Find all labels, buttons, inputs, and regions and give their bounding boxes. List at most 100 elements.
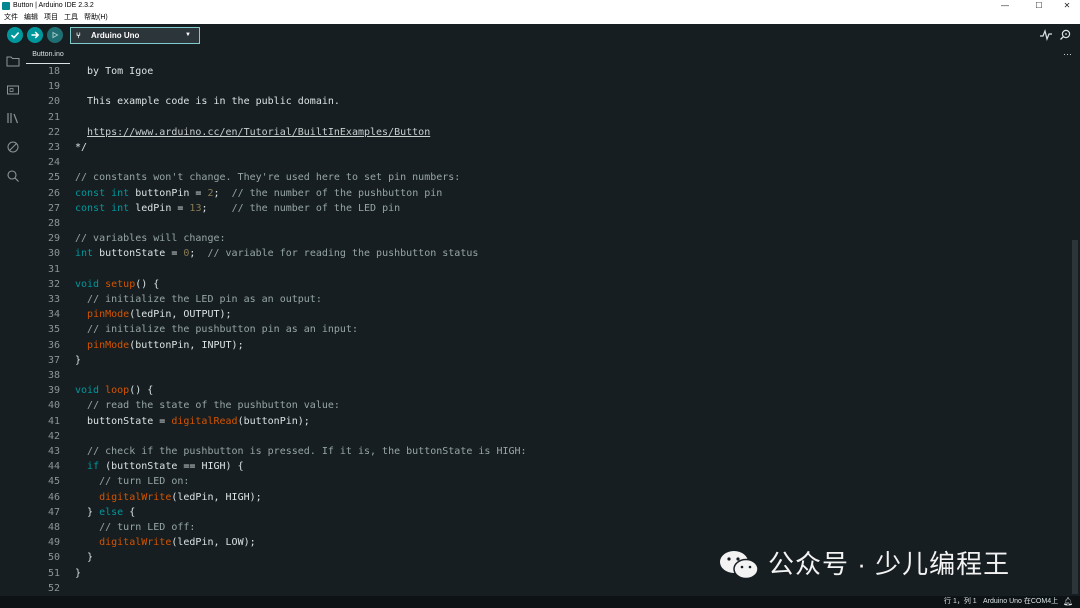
status-board[interactable]: Arduino Uno 在COM4上 [983,596,1058,608]
check-icon [10,32,20,39]
maximize-button[interactable]: ☐ [1024,0,1054,12]
code-line[interactable]: 48 // turn LED off: [26,520,1066,535]
code-line[interactable]: 52 [26,581,1066,596]
code-line[interactable]: 43 // check if the pushbutton is pressed… [26,444,1066,459]
code-line[interactable]: 19 [26,79,1066,94]
code-text[interactable]: } else { [75,505,135,520]
code-text[interactable]: } [75,566,81,581]
line-number: 32 [47,278,60,290]
code-text[interactable]: } [75,353,81,368]
code-text[interactable]: if (buttonState == HIGH) { [75,459,244,474]
code-line[interactable]: 23 */ [26,140,1066,155]
code-text[interactable]: // read the state of the pushbutton valu… [75,398,340,413]
code-text[interactable]: // initialize the pushbutton pin as an i… [75,322,358,337]
code-line[interactable]: 37} [26,353,1066,368]
code-line[interactable]: 22 https://www.arduino.cc/en/Tutorial/Bu… [26,125,1066,140]
code-line[interactable]: 27 const int ledPin = 13; // the number o… [26,201,1066,216]
code-line[interactable]: 40 // read the state of the pushbutton v… [26,398,1066,413]
code-text[interactable]: // check if the pushbutton is pressed. I… [75,444,527,459]
tab-button-ino[interactable]: Button.ino [26,46,70,64]
code-text[interactable]: https://www.arduino.cc/en/Tutorial/Built… [75,125,430,140]
code-text[interactable]: pinMode(ledPin, OUTPUT); [75,307,232,322]
menu-item-tools[interactable]: 工具 [64,12,78,24]
code-line[interactable]: 28 [26,216,1066,231]
code-line[interactable]: 46 digitalWrite(ledPin, HIGH); [26,490,1066,505]
menu-item-edit[interactable]: 编辑 [24,12,38,24]
bell-icon[interactable]: 🔔︎ [1063,596,1073,608]
code-text[interactable]: buttonState = digitalRead(buttonPin); [75,414,310,429]
code-line[interactable]: 44 if (buttonState == HIGH) { [26,459,1066,474]
editor-scrollbar[interactable] [1070,64,1080,596]
upload-button[interactable] [27,27,43,43]
code-editor[interactable]: 18 by Tom Igoe 19 20 This example code is … [26,64,1070,596]
minimize-button[interactable]: — [990,0,1020,12]
code-text[interactable]: digitalWrite(ledPin, LOW); [75,535,256,550]
code-line[interactable]: 35 // initialize the pushbutton pin as a… [26,322,1066,337]
code-text[interactable]: // turn LED on: [75,474,189,489]
code-line[interactable]: 47 } else { [26,505,1066,520]
cursor-position[interactable]: 行 1，列 1 [944,596,977,608]
line-number: 30 [47,248,60,260]
code-text[interactable]: void loop() { [75,383,153,398]
line-number: 28 [47,218,60,229]
code-text[interactable]: } [75,550,93,565]
code-text[interactable]: // variables will change: [75,231,226,246]
code-line[interactable]: 34 pinMode(ledPin, OUTPUT); [26,307,1066,322]
debug-button[interactable] [47,27,63,43]
line-number: 42 [47,430,60,442]
code-line[interactable]: 18 by Tom Igoe [26,64,1066,79]
board-selector[interactable]: ⑂ Arduino Uno ▼ [70,27,200,44]
close-button[interactable]: ✕ [1052,0,1080,12]
code-line[interactable]: 31 [26,262,1066,277]
code-line[interactable]: 21 [26,110,1066,125]
line-number: 33 [47,294,60,305]
code-line[interactable]: 26 const int buttonPin = 2; // the number… [26,186,1066,201]
code-line[interactable]: 30 int buttonState = 0; // variable for r… [26,246,1066,261]
code-line[interactable]: 45 // turn LED on: [26,474,1066,489]
code-line[interactable]: 38 [26,368,1066,383]
line-number: 52 [47,582,60,594]
code-text[interactable]: const int buttonPin = 2; // the number o… [75,186,442,201]
menu-item-help[interactable]: 帮助(H) [84,12,108,24]
code-line[interactable]: 20 This example code is in the public do… [26,94,1066,109]
code-text[interactable]: by Tom Igoe [75,64,153,79]
watermark-text: 公众号 · 少儿编程王 [768,549,1011,579]
code-line[interactable]: 36 pinMode(buttonPin, INPUT); [26,338,1066,353]
line-number: 29 [47,233,60,245]
line-number: 39 [47,385,60,397]
code-text[interactable]: // constants won't change. They're used … [75,170,460,185]
line-number: 35 [47,324,60,336]
code-text[interactable]: // turn LED off: [75,520,195,535]
code-line[interactable]: 33 // initialize the LED pin as an outpu… [26,292,1066,307]
serial-monitor-button[interactable] [1059,28,1073,42]
line-number: 19 [47,81,60,93]
line-number: 38 [47,370,60,381]
scrollbar-thumb[interactable] [1072,240,1078,594]
code-line[interactable]: 39 void loop() { [26,383,1066,398]
code-text[interactable]: */ [75,140,87,155]
code-line[interactable]: 24 [26,155,1066,170]
menu-item-project[interactable]: 项目 [44,12,58,24]
line-number: 25 [47,172,60,184]
verify-button[interactable] [7,27,23,43]
search-icon[interactable] [6,169,20,183]
code-text[interactable]: digitalWrite(ledPin, HIGH); [75,490,262,505]
code-line[interactable]: 25 // constants won't change. They're use… [26,170,1066,185]
code-line[interactable]: 42 [26,429,1066,444]
serial-plotter-button[interactable] [1039,28,1053,42]
more-actions-icon[interactable]: ··· [1063,46,1072,62]
code-line[interactable]: 29 // variables will change: [26,231,1066,246]
code-text[interactable]: pinMode(buttonPin, INPUT); [75,338,244,353]
menu-item-file[interactable]: 文件 [4,12,18,24]
code-text[interactable]: const int ledPin = 13; // the number of … [75,201,400,216]
board-icon[interactable] [6,83,20,97]
debug-icon[interactable] [6,140,20,154]
code-text[interactable]: void setup() { [75,277,159,292]
library-icon[interactable] [6,111,20,125]
code-text[interactable]: This example code is in the public domai… [75,94,340,109]
code-text[interactable]: int buttonState = 0; // variable for rea… [75,246,478,261]
folder-icon[interactable] [6,54,20,68]
code-text[interactable]: // initialize the LED pin as an output: [75,292,322,307]
code-line[interactable]: 32 void setup() { [26,277,1066,292]
code-line[interactable]: 41 buttonState = digitalRead(buttonPin); [26,414,1066,429]
